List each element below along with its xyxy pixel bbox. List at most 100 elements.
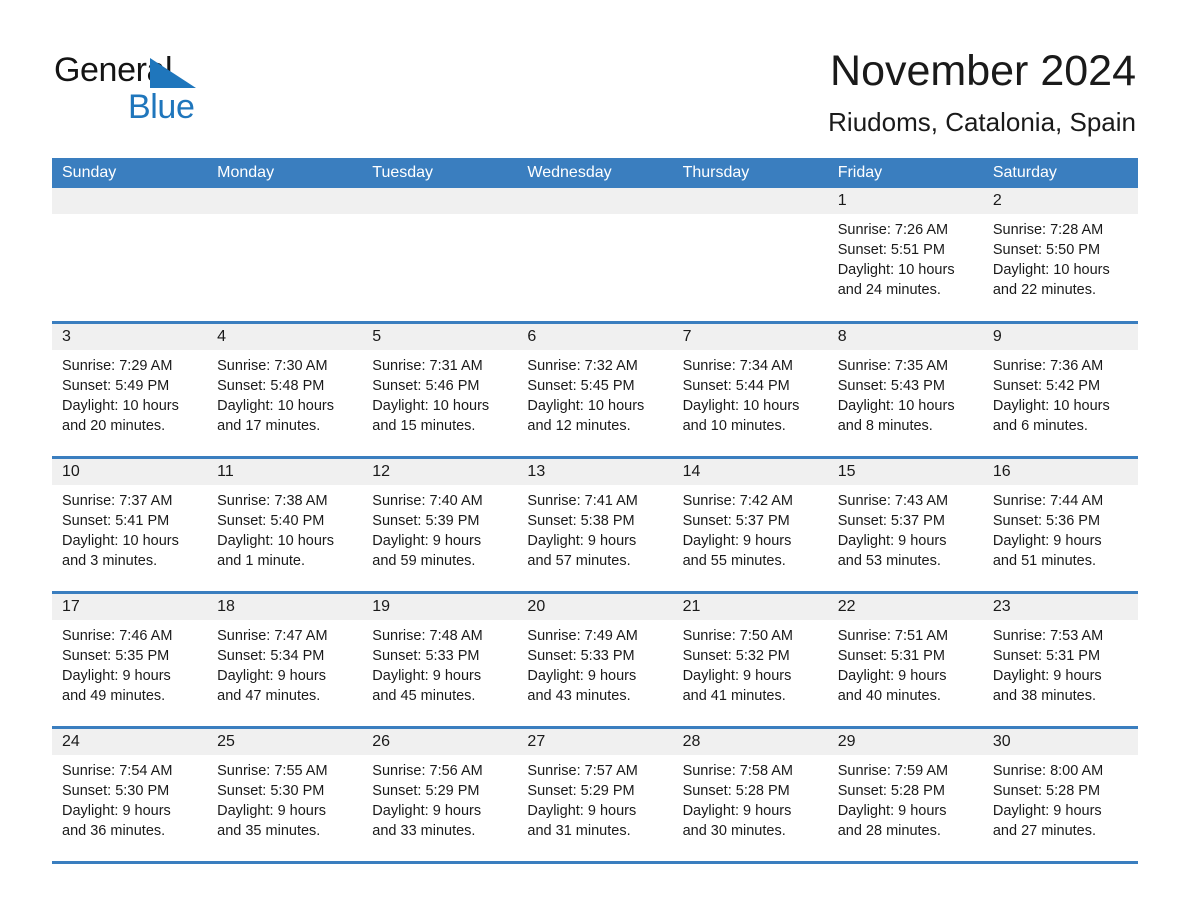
calendar-day-cell[interactable]: 1 Sunrise: 7:26 AM Sunset: 5:51 PM Daylight… — [827, 188, 983, 321]
daylight-text-line2: and 36 minutes. — [62, 823, 166, 839]
calendar-day-cell[interactable]: 16 Sunrise: 7:44 AM Sunset: 5:36 PM Dayligh… — [982, 459, 1138, 591]
calendar-day-cell[interactable]: 8 Sunrise: 7:35 AM Sunset: 5:43 PM Daylight… — [827, 324, 983, 456]
calendar-day-cell[interactable]: 17 Sunrise: 7:46 AM Sunset: 5:35 PM Dayligh… — [52, 594, 208, 726]
daylight-text-line1: Daylight: 9 hours — [837, 803, 947, 819]
calendar-day-cell[interactable]: 28 Sunrise: 7:58 AM Sunset: 5:28 PM Dayligh… — [672, 729, 828, 861]
day-details: Sunrise: 7:48 AM Sunset: 5:33 PM Daylight:… — [362, 620, 517, 706]
sunset-text: Sunset: 5:35 PM — [62, 648, 170, 664]
brand-logo[interactable]: General Blue — [54, 46, 284, 128]
daylight-text-line2: and 43 minutes. — [527, 688, 631, 704]
daylight-text-line1: Daylight: 9 hours — [527, 803, 637, 819]
sunset-text: Sunset: 5:40 PM — [217, 513, 325, 529]
daylight-text-line1: Daylight: 10 hours — [372, 398, 490, 414]
calendar-day-cell[interactable]: 7 Sunrise: 7:34 AM Sunset: 5:44 PM Daylight… — [672, 324, 828, 456]
calendar-grid: Sunday Monday Tuesday Wednesday Thursday Frid… — [52, 158, 1138, 864]
daylight-text-line2: and 59 minutes. — [372, 553, 476, 569]
calendar-day-cell[interactable]: 14 Sunrise: 7:42 AM Sunset: 5:37 PM Dayligh… — [672, 459, 828, 591]
calendar-day-cell[interactable]: 15 Sunrise: 7:43 AM Sunset: 5:37 PM Dayligh… — [827, 459, 983, 591]
day-details: Sunrise: 7:40 AM Sunset: 5:39 PM Daylight:… — [362, 485, 517, 571]
sunrise-text: Sunrise: 7:49 AM — [527, 628, 638, 644]
sunset-text: Sunset: 5:28 PM — [682, 783, 790, 799]
daylight-text-line1: Daylight: 9 hours — [682, 533, 792, 549]
calendar-week-row: 10 Sunrise: 7:37 AM Sunset: 5:41 PM Dayligh… — [52, 459, 1138, 594]
sunset-text: Sunset: 5:32 PM — [682, 648, 790, 664]
calendar-day-cell[interactable]: 23 Sunrise: 7:53 AM Sunset: 5:31 PM Dayligh… — [982, 594, 1138, 726]
calendar-week-row: 24 Sunrise: 7:54 AM Sunset: 5:30 PM Dayligh… — [52, 729, 1138, 864]
day-details: Sunrise: 7:30 AM Sunset: 5:48 PM Daylight:… — [207, 350, 362, 436]
calendar-day-cell[interactable]: 13 Sunrise: 7:41 AM Sunset: 5:38 PM Dayligh… — [517, 459, 673, 591]
calendar-day-cell[interactable]: 27 Sunrise: 7:57 AM Sunset: 5:29 PM Dayligh… — [517, 729, 673, 861]
daylight-text-line1: Daylight: 10 hours — [62, 398, 179, 414]
calendar-day-cell[interactable]: 24 Sunrise: 7:54 AM Sunset: 5:30 PM Dayligh… — [52, 729, 208, 861]
calendar-page: General Blue November 2024 Riudoms, Cata… — [0, 0, 1188, 918]
day-details: Sunrise: 7:36 AM Sunset: 5:42 PM Daylight:… — [983, 350, 1138, 436]
weekday-header-thursday: Thursday — [682, 164, 750, 181]
calendar-day-cell[interactable]: 9 Sunrise: 7:36 AM Sunset: 5:42 PM Daylight… — [982, 324, 1138, 456]
brand-name-blue: Blue — [128, 88, 195, 126]
calendar-week-row: 17 Sunrise: 7:46 AM Sunset: 5:35 PM Dayligh… — [52, 594, 1138, 729]
sunset-text: Sunset: 5:39 PM — [372, 513, 480, 529]
daylight-text-line2: and 24 minutes. — [837, 282, 941, 298]
day-number: 25 — [207, 729, 363, 755]
sunrise-text: Sunrise: 7:29 AM — [62, 358, 173, 374]
calendar-day-cell-empty — [362, 188, 518, 321]
calendar-day-cell[interactable]: 19 Sunrise: 7:48 AM Sunset: 5:33 PM Dayligh… — [362, 594, 518, 726]
sunset-text: Sunset: 5:44 PM — [682, 378, 790, 394]
day-details: Sunrise: 7:34 AM Sunset: 5:44 PM Daylight:… — [673, 350, 828, 436]
sunrise-text: Sunrise: 7:46 AM — [62, 628, 173, 644]
day-number: 23 — [982, 594, 1138, 620]
sunrise-text: Sunrise: 7:42 AM — [682, 493, 793, 509]
calendar-day-cell[interactable]: 22 Sunrise: 7:51 AM Sunset: 5:31 PM Dayligh… — [827, 594, 983, 726]
sunrise-text: Sunrise: 7:31 AM — [372, 358, 483, 374]
daylight-text-line1: Daylight: 10 hours — [992, 398, 1110, 414]
daylight-text-line2: and 8 minutes. — [837, 418, 933, 434]
sunset-text: Sunset: 5:38 PM — [527, 513, 635, 529]
sunrise-text: Sunrise: 7:57 AM — [527, 763, 638, 779]
calendar-day-cell[interactable]: 2 Sunrise: 7:28 AM Sunset: 5:50 PM Daylight… — [982, 188, 1138, 321]
calendar-day-cell[interactable]: 20 Sunrise: 7:49 AM Sunset: 5:33 PM Dayligh… — [517, 594, 673, 726]
day-number: 30 — [982, 729, 1138, 755]
day-number: 2 — [982, 188, 1138, 214]
day-details: Sunrise: 7:38 AM Sunset: 5:40 PM Daylight:… — [207, 485, 362, 571]
calendar-day-cell[interactable]: 5 Sunrise: 7:31 AM Sunset: 5:46 PM Daylight… — [362, 324, 518, 456]
calendar-day-cell[interactable]: 6 Sunrise: 7:32 AM Sunset: 5:45 PM Daylight… — [517, 324, 673, 456]
daylight-text-line2: and 47 minutes. — [217, 688, 321, 704]
sunrise-text: Sunrise: 7:40 AM — [372, 493, 483, 509]
daylight-text-line1: Daylight: 10 hours — [527, 398, 645, 414]
sunrise-text: Sunrise: 7:35 AM — [837, 358, 949, 374]
day-number: 13 — [517, 459, 673, 485]
calendar-day-cell[interactable]: 29 Sunrise: 7:59 AM Sunset: 5:28 PM Dayligh… — [827, 729, 983, 861]
sunrise-text: Sunrise: 7:48 AM — [372, 628, 483, 644]
calendar-day-cell[interactable]: 18 Sunrise: 7:47 AM Sunset: 5:34 PM Dayligh… — [207, 594, 363, 726]
location-subtitle: Riudoms, Catalonia, Spain — [828, 107, 1136, 138]
daylight-text-line1: Daylight: 9 hours — [527, 668, 637, 684]
sunrise-text: Sunrise: 8:00 AM — [992, 763, 1104, 779]
calendar-day-cell[interactable]: 3 Sunrise: 7:29 AM Sunset: 5:49 PM Daylight… — [52, 324, 208, 456]
calendar-day-cell[interactable]: 21 Sunrise: 7:50 AM Sunset: 5:32 PM Dayligh… — [672, 594, 828, 726]
daylight-text-line2: and 45 minutes. — [372, 688, 476, 704]
day-details: Sunrise: 7:26 AM Sunset: 5:51 PM Daylight:… — [828, 214, 983, 300]
day-number: 28 — [672, 729, 828, 755]
daylight-text-line1: Daylight: 10 hours — [62, 533, 179, 549]
sunset-text: Sunset: 5:42 PM — [992, 378, 1101, 394]
sunset-text: Sunset: 5:51 PM — [837, 242, 945, 258]
sunset-text: Sunset: 5:49 PM — [62, 378, 170, 394]
sunset-text: Sunset: 5:28 PM — [837, 783, 945, 799]
weekday-header-row: Sunday Monday Tuesday Wednesday Thursday Frid… — [52, 158, 1138, 188]
daylight-text-line1: Daylight: 9 hours — [837, 533, 947, 549]
sunrise-text: Sunrise: 7:50 AM — [682, 628, 793, 644]
sunset-text: Sunset: 5:29 PM — [372, 783, 480, 799]
sunrise-text: Sunrise: 7:32 AM — [527, 358, 638, 374]
sunset-text: Sunset: 5:29 PM — [527, 783, 635, 799]
daylight-text-line1: Daylight: 10 hours — [217, 533, 335, 549]
calendar-day-cell[interactable]: 4 Sunrise: 7:30 AM Sunset: 5:48 PM Daylight… — [207, 324, 363, 456]
triangle-icon — [150, 58, 196, 88]
calendar-day-cell[interactable]: 10 Sunrise: 7:37 AM Sunset: 5:41 PM Dayligh… — [52, 459, 208, 591]
calendar-day-cell[interactable]: 12 Sunrise: 7:40 AM Sunset: 5:39 PM Dayligh… — [362, 459, 518, 591]
daylight-text-line1: Daylight: 9 hours — [372, 533, 482, 549]
calendar-day-cell[interactable]: 25 Sunrise: 7:55 AM Sunset: 5:30 PM Dayligh… — [207, 729, 363, 861]
calendar-day-cell[interactable]: 26 Sunrise: 7:56 AM Sunset: 5:29 PM Dayligh… — [362, 729, 518, 861]
calendar-day-cell[interactable]: 11 Sunrise: 7:38 AM Sunset: 5:40 PM Dayligh… — [207, 459, 363, 591]
daylight-text-line2: and 28 minutes. — [837, 823, 941, 839]
calendar-day-cell[interactable]: 30 Sunrise: 8:00 AM Sunset: 5:28 PM Dayligh… — [982, 729, 1138, 861]
